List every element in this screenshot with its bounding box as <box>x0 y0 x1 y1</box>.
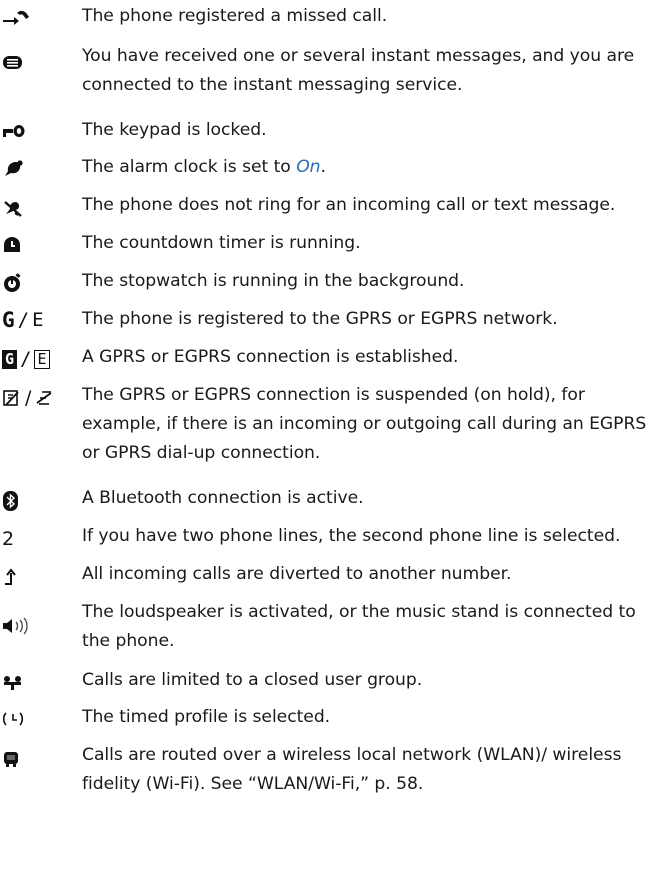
list-item: The phone registered a missed call. <box>0 2 664 42</box>
list-item-text: A Bluetooth connection is active. <box>82 488 364 508</box>
list-item-text: If you have two phone lines, the second … <box>82 526 621 546</box>
list-item-text: The alarm clock is set to On. <box>82 157 326 177</box>
call-divert-icon <box>2 564 72 590</box>
list-item: The keypad is locked. <box>0 116 664 153</box>
missed-call-icon <box>2 6 72 32</box>
list-item: G / E The phone is registered to the GPRS … <box>0 305 664 343</box>
list-item-text: The stopwatch is running in the backgrou… <box>82 271 465 291</box>
keypad-lock-icon <box>2 118 72 144</box>
indicator-list: The phone registered a missed call. You … <box>0 0 664 870</box>
alarm-on-link[interactable]: On <box>296 157 320 177</box>
list-item: The loudspeaker is activated, or the mus… <box>0 598 664 666</box>
list-item-text: The phone registered a missed call. <box>82 6 388 26</box>
list-item: All incoming calls are diverted to anoth… <box>0 560 664 598</box>
timed-profile-icon <box>2 706 72 732</box>
list-item: You have received one or several instant… <box>0 42 664 116</box>
list-item-text: Calls are limited to a closed user group… <box>82 670 423 690</box>
list-item: 2 If you have two phone lines, the secon… <box>0 522 664 560</box>
gprs-suspended-icon: / <box>2 385 72 411</box>
list-item-text: The countdown timer is running. <box>82 233 361 253</box>
list-item: The alarm clock is set to On. <box>0 153 664 191</box>
list-item-text: The phone is registered to the GPRS or E… <box>82 309 558 329</box>
list-item: A Bluetooth connection is active. <box>0 484 664 522</box>
stopwatch-icon <box>2 270 72 296</box>
list-item-text: The loudspeaker is activated, or the mus… <box>82 602 636 651</box>
second-line-icon: 2 <box>2 528 15 550</box>
list-item: The countdown timer is running. <box>0 229 664 267</box>
loudspeaker-icon <box>2 613 72 639</box>
list-item-text: The phone does not ring for an incoming … <box>82 195 616 215</box>
list-item-text: The GPRS or EGPRS connection is suspende… <box>82 385 647 463</box>
list-item-text: You have received one or several instant… <box>82 46 635 95</box>
gprs-registered-icon: G / E <box>2 308 44 332</box>
list-item: / The GPRS or EGPRS connection is suspen… <box>0 381 664 484</box>
bluetooth-icon <box>2 488 72 514</box>
list-item: G / E A GPRS or EGPRS connection is establ… <box>0 343 664 381</box>
silent-icon <box>2 195 72 221</box>
list-item: The phone does not ring for an incoming … <box>0 191 664 229</box>
list-item-text: The keypad is locked. <box>82 120 267 140</box>
list-item: Calls are routed over a wireless local n… <box>0 741 664 809</box>
list-item-text: The timed profile is selected. <box>82 707 331 727</box>
list-item: The timed profile is selected. <box>0 703 664 741</box>
list-item-text: A GPRS or EGPRS connection is establishe… <box>82 347 459 367</box>
countdown-timer-icon <box>2 232 72 258</box>
gprs-connection-icon: G / E <box>2 346 72 372</box>
list-item: Calls are limited to a closed user group… <box>0 666 664 703</box>
list-item: The stopwatch is running in the backgrou… <box>0 267 664 305</box>
list-item-text: Calls are routed over a wireless local n… <box>82 745 622 794</box>
closed-user-group-icon <box>2 670 72 696</box>
wlan-call-icon <box>2 746 72 772</box>
alarm-clock-icon <box>2 156 72 182</box>
instant-message-icon <box>2 50 72 76</box>
list-item-text: All incoming calls are diverted to anoth… <box>82 564 512 584</box>
